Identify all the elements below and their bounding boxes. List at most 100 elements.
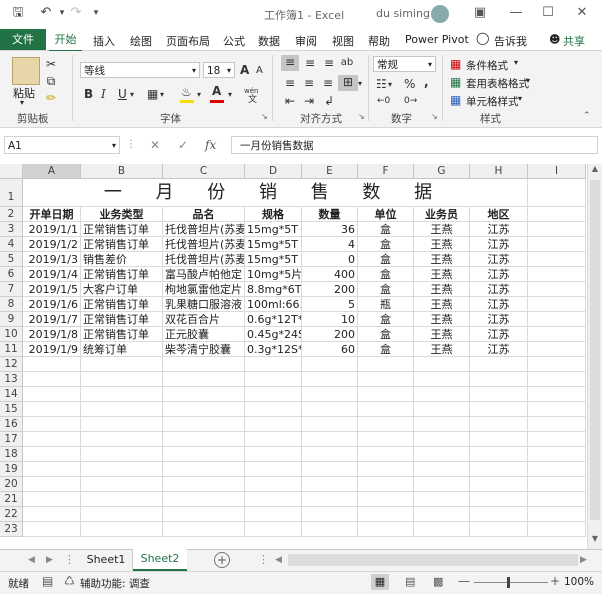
cell[interactable] [23,432,81,447]
borders-icon[interactable]: ▦ [147,87,158,101]
cell[interactable] [414,477,470,492]
cell[interactable] [163,432,245,447]
row-header-9[interactable]: 9 [0,312,23,327]
vertical-scroll-thumb[interactable] [590,180,600,520]
cell[interactable] [245,522,302,537]
cell[interactable] [81,492,163,507]
cell[interactable] [358,447,414,462]
row-header-20[interactable]: 20 [0,477,23,492]
scroll-up-icon[interactable]: ▲ [588,164,602,177]
table-cell[interactable]: 盒 [358,222,414,237]
format-table-icon[interactable]: ▦ [450,75,461,89]
table-cell[interactable]: 正常销售订单 [81,222,163,237]
table-cell[interactable]: 大客户订单 [81,282,163,297]
cell[interactable] [23,447,81,462]
scroll-down-icon[interactable]: ▼ [588,534,602,547]
cut-icon[interactable]: ✂ [44,57,58,71]
cell[interactable] [81,417,163,432]
cell[interactable] [245,462,302,477]
table-cell[interactable]: 托伐普坦片(苏麦 [163,222,245,237]
table-cell[interactable]: 2019/1/2 [23,237,81,252]
table-cell[interactable]: 2019/1/5 [23,282,81,297]
table-cell[interactable]: 江苏 [470,297,528,312]
row-header-19[interactable]: 19 [0,462,23,477]
cell[interactable] [81,402,163,417]
normal-view-icon[interactable]: ▦ [371,574,389,590]
table-cell[interactable]: 江苏 [470,312,528,327]
cell[interactable] [81,477,163,492]
cell[interactable] [81,522,163,537]
accessibility-icon[interactable]: ♺ [64,574,75,588]
table-cell[interactable]: 统筹订单 [81,342,163,357]
table-cell[interactable]: 2019/1/3 [23,252,81,267]
font-dialog-launcher-icon[interactable]: ↘ [261,112,268,121]
cell[interactable] [358,432,414,447]
font-color-dropdown-icon[interactable]: ▾ [228,88,232,102]
cell[interactable] [414,402,470,417]
comma-button[interactable]: , [424,75,429,89]
table-cell[interactable]: 销售差价 [81,252,163,267]
cell[interactable] [23,357,81,372]
table-cell[interactable]: 10 [302,312,358,327]
cell[interactable] [81,507,163,522]
table-cell[interactable]: 0.6g*12T*2 [245,312,302,327]
table-cell[interactable]: 江苏 [470,237,528,252]
cell[interactable] [245,432,302,447]
column-header-c[interactable]: C [163,164,245,179]
orientation-icon[interactable]: ab [339,56,355,70]
table-cell[interactable]: 400 [302,267,358,282]
underline-dropdown-icon[interactable]: ▾ [130,88,134,102]
fill-dropdown-icon[interactable]: ▾ [197,88,201,102]
cell[interactable] [414,462,470,477]
cell[interactable] [163,477,245,492]
merge-center-icon[interactable]: ⊞ [338,75,358,91]
table-cell[interactable]: 正常销售订单 [81,297,163,312]
currency-icon[interactable]: ☷ [376,77,387,91]
table-cell[interactable]: 王燕 [414,282,470,297]
cell[interactable] [528,267,586,282]
cell[interactable] [23,492,81,507]
cell[interactable] [358,522,414,537]
column-header-i[interactable]: I [528,164,586,179]
cell[interactable] [23,387,81,402]
copy-icon[interactable]: ⧉ [44,74,58,88]
fill-color-icon[interactable]: ♨ [181,85,192,99]
table-cell[interactable]: 0.3g*12S*2 [245,342,302,357]
tab-review[interactable]: 审阅 [295,33,317,49]
cell[interactable] [302,387,358,402]
row-header-15[interactable]: 15 [0,402,23,417]
cell[interactable] [414,522,470,537]
italic-button[interactable]: I [101,87,106,101]
cell[interactable] [302,417,358,432]
chevron-down-icon[interactable]: ▾ [518,94,522,103]
borders-dropdown-icon[interactable]: ▾ [160,88,164,102]
paste-dropdown-icon[interactable]: ▾ [20,98,24,107]
cell[interactable] [528,342,586,357]
cell[interactable] [163,357,245,372]
row-header-2[interactable]: 2 [0,207,23,222]
column-label[interactable]: 规格 [245,207,302,222]
tab-help[interactable]: 帮助 [368,33,390,49]
table-cell[interactable]: 盒 [358,267,414,282]
phonetic-label-icon[interactable]: 文 [248,93,257,107]
table-cell[interactable]: 100ml:66.7 [245,297,302,312]
cell[interactable] [245,492,302,507]
table-cell[interactable]: 王燕 [414,297,470,312]
row-header-23[interactable]: 23 [0,522,23,537]
cell[interactable] [245,477,302,492]
cell[interactable] [470,462,528,477]
row-header-4[interactable]: 4 [0,237,23,252]
cell[interactable] [163,447,245,462]
table-cell[interactable]: 王燕 [414,252,470,267]
zoom-level[interactable]: 100% [564,576,594,588]
next-sheet-icon[interactable]: ▶ [46,555,53,565]
table-cell[interactable]: 盒 [358,282,414,297]
table-cell[interactable]: 36 [302,222,358,237]
row-header-7[interactable]: 7 [0,282,23,297]
cell[interactable] [302,432,358,447]
currency-dropdown-icon[interactable]: ▾ [388,78,392,92]
tab-view[interactable]: 视图 [332,33,354,49]
tell-me-search[interactable]: 告诉我 [494,33,527,49]
select-all-corner[interactable] [0,164,23,179]
cell[interactable] [414,417,470,432]
